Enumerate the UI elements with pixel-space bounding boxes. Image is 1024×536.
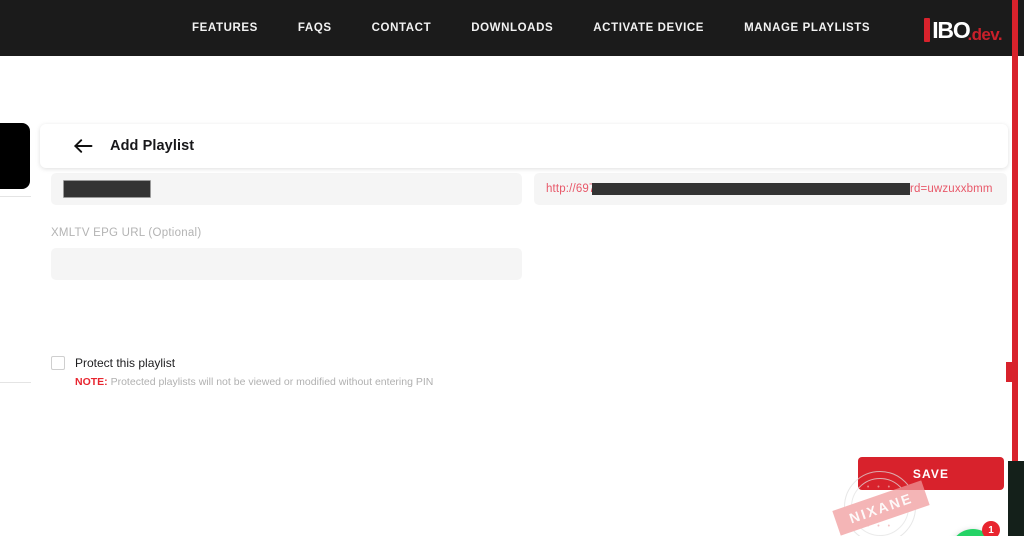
playlist-url-suffix: rd=uwzuxxbmm	[910, 183, 993, 195]
nav-item-contact[interactable]: CONTACT	[352, 0, 452, 56]
save-button[interactable]: SAVE	[858, 457, 1004, 490]
nav-item-manage-playlists[interactable]: MANAGE PLAYLISTS	[724, 0, 890, 56]
page-body: Add Playlist Playlist name XMLTV EPG URL…	[0, 56, 1024, 536]
stamp-dots-bottom: • • •	[866, 523, 894, 530]
right-edge-dark-strip	[1008, 461, 1024, 536]
form-column-left: Playlist name XMLTV EPG URL (Optional)	[51, 152, 522, 280]
playlist-url-value: http://697 rd=uwzuxxbmm	[546, 183, 995, 195]
page-title: Add Playlist	[110, 138, 195, 154]
logo-suffix: .dev.	[967, 25, 1003, 44]
protect-playlist-group: Protect this playlist NOTE: Protected pl…	[51, 356, 551, 388]
form-spacer	[51, 205, 522, 227]
arrow-left-icon[interactable]	[73, 136, 93, 156]
protect-playlist-checkbox[interactable]	[51, 356, 65, 370]
playlist-name-redaction-bar	[63, 180, 151, 198]
playlist-name-input[interactable]	[51, 173, 522, 205]
nav-item-downloads[interactable]: DOWNLOADS	[451, 0, 573, 56]
nav-item-list: FEATURES FAQS CONTACT DOWNLOADS ACTIVATE…	[172, 0, 890, 56]
top-navigation-bar: FEATURES FAQS CONTACT DOWNLOADS ACTIVATE…	[0, 0, 1024, 56]
ibo-dev-logo[interactable]: IBO .dev.	[924, 12, 1003, 44]
protect-playlist-row[interactable]: Protect this playlist	[51, 356, 551, 370]
note-tag: NOTE:	[75, 376, 108, 388]
nav-item-features[interactable]: FEATURES	[172, 0, 278, 56]
logo-wordmark: IBO	[932, 17, 971, 43]
epg-url-input[interactable]	[51, 248, 522, 280]
epg-url-label: XMLTV EPG URL (Optional)	[51, 227, 202, 239]
playlist-url-redaction-bar	[592, 183, 910, 195]
note-text: Protected playlists will not be viewed o…	[110, 376, 434, 388]
stamp-text: NIXANE	[847, 489, 915, 527]
protect-playlist-label[interactable]: Protect this playlist	[75, 356, 175, 370]
playlist-url-prefix: http://697	[546, 183, 596, 195]
nav-item-faqs[interactable]: FAQS	[278, 0, 352, 56]
edge-divider-top	[0, 196, 31, 197]
app-window: FEATURES FAQS CONTACT DOWNLOADS ACTIVATE…	[0, 0, 1024, 536]
epg-url-field-group: XMLTV EPG URL (Optional)	[51, 227, 522, 280]
right-edge-red-stripe	[1012, 0, 1018, 461]
whatsapp-unread-badge: 1	[982, 521, 1000, 536]
playlist-url-input[interactable]: http://697 rd=uwzuxxbmm	[534, 173, 1007, 205]
whatsapp-widget[interactable]: 1	[950, 521, 1000, 536]
protect-playlist-note: NOTE: Protected playlists will not be vi…	[75, 376, 551, 388]
offscreen-sidebar-block	[0, 123, 30, 189]
edge-divider-bottom	[0, 382, 31, 383]
logo-accent-bar	[924, 18, 931, 42]
right-edge-dark-top	[1018, 0, 1024, 56]
page-header-card: Add Playlist	[40, 124, 1008, 168]
nav-item-activate-device[interactable]: ACTIVATE DEVICE	[573, 0, 724, 56]
